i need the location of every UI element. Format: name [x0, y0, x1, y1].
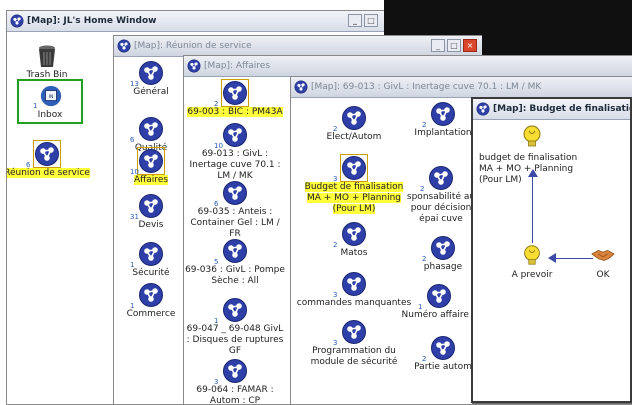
inertage-window-title: [Map]: 69-013 : GivL : Inertage cuve 70.… [311, 82, 542, 92]
affaires-item[interactable]: 10 69-013 : GivL : Inertage cuve 70.1 : … [185, 122, 285, 182]
maximize-button[interactable]: □ [364, 14, 378, 27]
inertage-item[interactable]: 3 commandes manquantes [294, 271, 414, 309]
map-icon [222, 122, 248, 148]
link-line [532, 175, 533, 243]
inertage-item[interactable]: 3 Programmation du module de sécurité [298, 319, 410, 368]
map-icon [341, 271, 367, 297]
inertage-item-budget[interactable]: 3 Budget de finalisation MA + MO + Plann… [298, 154, 410, 215]
inbox-label: Inbox [37, 110, 63, 120]
close-button[interactable]: × [463, 39, 477, 52]
map-icon [430, 235, 456, 261]
ok-node[interactable]: OK [583, 243, 623, 280]
inertage-item[interactable]: 2 Matos [294, 221, 414, 259]
map-icon [222, 80, 248, 106]
maximize-button[interactable]: □ [447, 39, 461, 52]
desktop-background [482, 35, 632, 55]
affaires-item[interactable]: 5 69-036 : GivL : Pompe Sèche : All [185, 238, 285, 287]
home-window-titlebar[interactable]: [Map]: JL's Home Window _ □ [7, 11, 385, 32]
map-icon [138, 116, 164, 142]
inertage-item[interactable]: 1 Numéro affaire s [399, 283, 479, 321]
arrow-left-icon [548, 253, 556, 263]
arrow-up-icon [528, 169, 538, 177]
aprevoir-label: A prevoir [511, 270, 553, 280]
minimize-button[interactable]: _ [431, 39, 445, 52]
trash-bin-icon [39, 45, 55, 67]
map-icon [222, 297, 248, 323]
map-icon [430, 335, 456, 361]
map-icon [117, 39, 131, 53]
inbox-icon: IN [40, 85, 62, 107]
map-icon [294, 80, 308, 94]
map-icon [426, 283, 452, 309]
lightbulb-icon [524, 245, 540, 265]
map-icon [341, 105, 367, 131]
svg-text:IN: IN [49, 94, 54, 100]
affaires-item[interactable]: 3 69-064 : FAMAR : Autom : CP [185, 358, 285, 404]
map-icon [341, 221, 367, 247]
map-icon [187, 59, 201, 73]
home-window-title: [Map]: JL's Home Window [27, 16, 157, 26]
inbox-count: 1 [33, 102, 38, 110]
map-icon [138, 193, 164, 219]
minimize-button[interactable]: _ [348, 14, 362, 27]
map-icon [222, 358, 248, 384]
trash-bin[interactable]: Trash Bin [7, 43, 107, 81]
map-icon [138, 241, 164, 267]
map-icon [341, 155, 367, 181]
map-icon [138, 282, 164, 308]
desktop-background [384, 0, 632, 35]
budget-window-titlebar[interactable]: [Map]: Budget de finalisation MA [473, 99, 630, 120]
map-icon [138, 148, 164, 174]
affaires-window-title: [Map]: Affaires [204, 61, 271, 71]
map-icon [428, 165, 454, 191]
affaires-window-titlebar[interactable]: [Map]: Affaires [184, 56, 632, 77]
map-icon [34, 141, 60, 167]
reunion-window-titlebar[interactable]: [Map]: Réunion de service _ □ × [114, 36, 483, 57]
reunion-label: Réunion de service [6, 168, 90, 178]
reunion-window-title: [Map]: Réunion de service [134, 41, 252, 51]
map-icon [138, 60, 164, 86]
inertage-item[interactable]: 2 Elect/Autom [294, 105, 414, 143]
inbox-node[interactable]: IN 1 Inbox [17, 79, 83, 124]
budget-window[interactable]: [Map]: Budget de finalisation MA budget … [471, 97, 632, 403]
ok-label: OK [596, 270, 610, 280]
map-icon [222, 180, 248, 206]
affaires-item[interactable]: 6 69-035 : Anteis : Container Gel : LM /… [185, 180, 285, 240]
handshake-icon [591, 249, 615, 261]
lightbulb-icon [523, 125, 541, 147]
map-icon [10, 14, 24, 28]
inertage-window-titlebar[interactable]: [Map]: 69-013 : GivL : Inertage cuve 70.… [291, 77, 632, 98]
map-icon [341, 319, 367, 345]
map-icon [476, 102, 490, 116]
budget-window-title: [Map]: Budget de finalisation MA [493, 104, 630, 114]
inertage-item[interactable]: 2 sponsabilité au pour décision épai cuv… [402, 165, 480, 225]
affaires-item[interactable]: 1 69-047 _ 69-048 GivL : Disques de rupt… [185, 297, 285, 357]
affaires-item[interactable]: 2 69-003 : BIC : PM43A [184, 79, 295, 118]
map-icon [430, 101, 456, 127]
map-icon [222, 238, 248, 264]
reunion-node[interactable]: 6 Réunion de service [6, 140, 107, 179]
